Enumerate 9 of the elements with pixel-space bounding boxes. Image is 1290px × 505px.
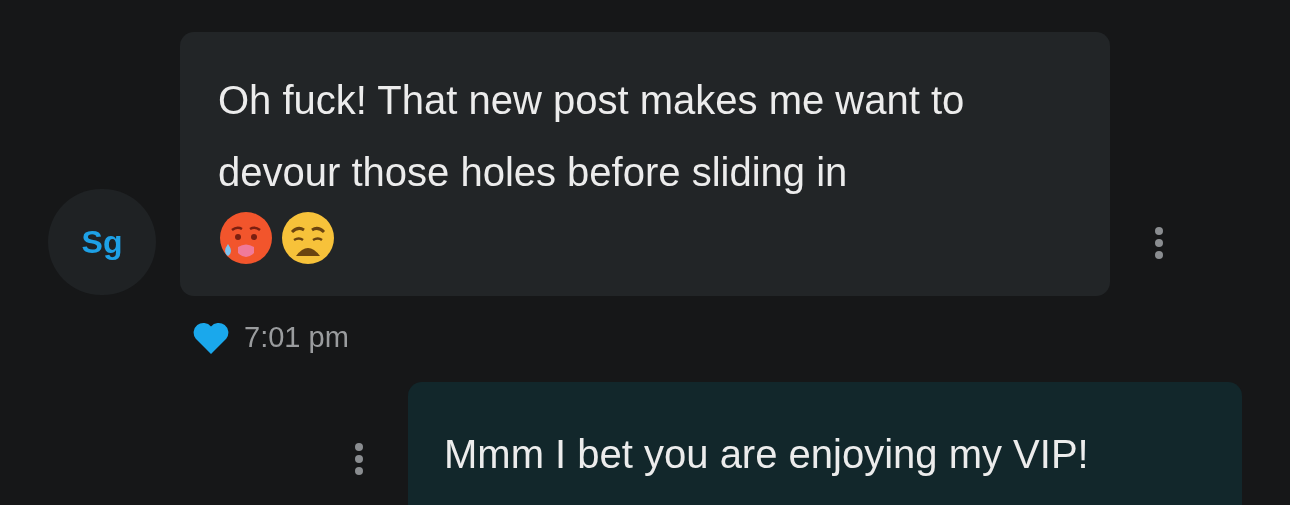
avatar-initials: Sg xyxy=(81,223,123,262)
more-options-icon[interactable] xyxy=(1154,226,1164,260)
hot-face-icon xyxy=(218,210,274,266)
message-text: Oh fuck! That new post makes me want to devour those holes before sliding in xyxy=(218,77,966,196)
heart-icon[interactable] xyxy=(192,321,230,354)
weary-face-icon xyxy=(280,210,336,266)
more-options-icon[interactable] xyxy=(354,441,364,476)
message-time: 7:01 pm xyxy=(244,320,349,355)
message-text: Mmm I bet you are enjoying my VIP! xyxy=(444,430,1090,478)
